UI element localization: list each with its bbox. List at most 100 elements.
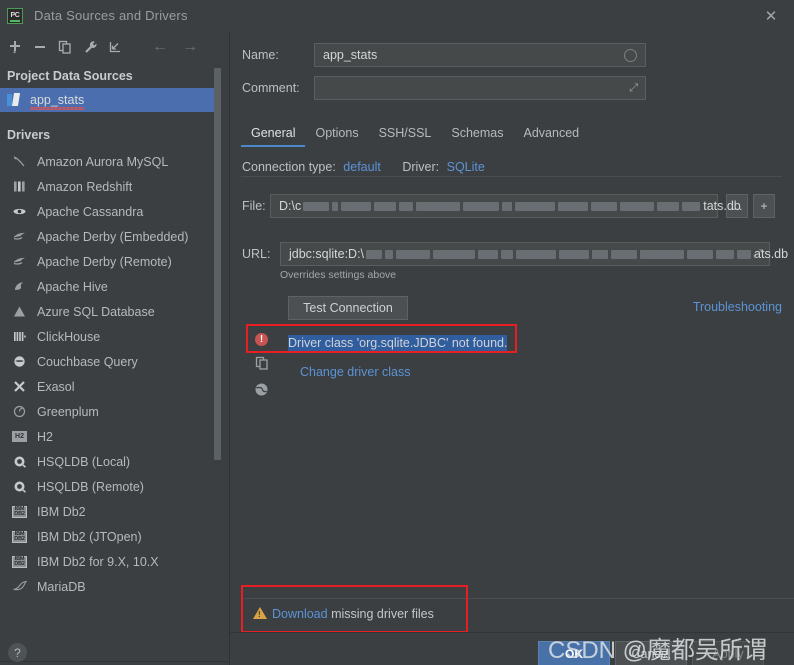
driver-row[interactable]: Azure SQL Database <box>0 299 221 324</box>
pycharm-icon: PC <box>7 7 23 24</box>
driver-label: HSQLDB (Remote) <box>37 479 144 494</box>
driver-row[interactable]: Apache Cassandra <box>0 199 221 224</box>
error-message: Driver class 'org.sqlite.JDBC' not found… <box>288 335 508 351</box>
clickhouse-icon <box>11 329 28 345</box>
globe-icon[interactable] <box>254 382 269 402</box>
driver-label: Driver: <box>402 160 440 174</box>
file-input[interactable]: D:\c tats.db <box>270 194 741 218</box>
driver-row[interactable]: MariaDB <box>0 574 221 599</box>
driver-label: Greenplum <box>37 404 99 419</box>
url-row: URL: jdbc:sqlite:D:\ ats.db ⤢ <box>230 242 788 266</box>
copy-icon[interactable] <box>255 356 269 375</box>
driver-row[interactable]: Couchbase Query <box>0 349 221 374</box>
driver-label: H2 <box>37 429 53 444</box>
close-icon[interactable]: ✕ <box>760 6 782 26</box>
driver-row[interactable]: Greenplum <box>0 399 221 424</box>
pycharm-icon-text: PC <box>10 12 20 19</box>
change-driver-class-link[interactable]: Change driver class <box>300 365 410 379</box>
file-label: File: <box>242 199 266 213</box>
tab-advanced[interactable]: Advanced <box>514 126 590 147</box>
drivers-list: Amazon Aurora MySQL Amazon Redshift Apac… <box>0 149 221 599</box>
driver-row[interactable]: IBM DB2 IBM Db2 <box>0 499 221 524</box>
connection-type-label: Connection type: <box>242 160 336 174</box>
driver-label: IBM Db2 (JTOpen) <box>37 529 142 544</box>
test-connection-button[interactable]: Test Connection <box>288 296 408 320</box>
url-expand-icon[interactable]: ⤢ <box>753 248 762 261</box>
hsqldb-icon <box>11 454 28 470</box>
driver-row[interactable]: Apache Derby (Embedded) <box>0 224 221 249</box>
download-link[interactable]: Download <box>272 607 328 621</box>
driver-label: Apache Cassandra <box>37 204 144 219</box>
name-value: app_stats <box>323 48 378 62</box>
sidebar-nav: ← → <box>149 36 209 58</box>
redshift-icon <box>11 179 28 195</box>
troubleshooting-link[interactable]: Troubleshooting <box>693 300 782 314</box>
driver-row[interactable]: ClickHouse <box>0 324 221 349</box>
url-label: URL: <box>242 247 271 261</box>
driver-row[interactable]: HSQLDB (Remote) <box>0 474 221 499</box>
comment-input[interactable]: ⤢ <box>314 76 646 100</box>
db2-icon-text: IBM DB2 <box>12 555 27 568</box>
tab-options[interactable]: Options <box>305 126 368 147</box>
driver-row[interactable]: Apache Derby (Remote) <box>0 249 221 274</box>
couchbase-icon <box>11 354 28 370</box>
driver-label: Amazon Redshift <box>37 179 133 194</box>
driver-label: HSQLDB (Local) <box>37 454 131 469</box>
derby-icon <box>11 229 28 245</box>
project-data-sources-heading: Project Data Sources <box>7 69 133 83</box>
driver-row[interactable]: HSQLDB (Local) <box>0 449 221 474</box>
overrides-hint: Overrides settings above <box>280 269 397 281</box>
driver-row[interactable]: H2 H2 <box>0 424 221 449</box>
warning-icon <box>253 607 267 619</box>
driver-label: MariaDB <box>37 579 86 594</box>
remove-icon[interactable] <box>29 36 51 58</box>
forward-arrow-icon[interactable]: → <box>179 36 201 58</box>
status-circle-icon <box>624 49 637 62</box>
driver-row[interactable]: Amazon Redshift <box>0 174 221 199</box>
h2-icon: H2 <box>11 429 28 445</box>
name-input[interactable]: app_stats <box>314 43 646 67</box>
csdn-watermark: CSDN @魔都吴所谓 <box>548 637 768 664</box>
back-arrow-icon[interactable]: ← <box>149 36 171 58</box>
comment-row: Comment: ⤢ <box>230 76 646 100</box>
download-driver-row: Download missing driver files <box>272 607 434 621</box>
driver-row[interactable]: IBM DB2 IBM Db2 (JTOpen) <box>0 524 221 549</box>
test-connection-label: Test Connection <box>303 301 393 315</box>
greenplum-icon <box>11 404 28 420</box>
file-add-button[interactable]: + <box>753 194 775 218</box>
copy-icon[interactable] <box>54 36 76 58</box>
url-input[interactable]: jdbc:sqlite:D:\ ats.db ⤢ <box>280 242 788 266</box>
driver-label: IBM Db2 for 9.X, 10.X <box>37 554 159 569</box>
db2-icon-text: IBM DB2 <box>12 530 27 543</box>
connection-type-value[interactable]: default <box>343 160 381 174</box>
url-value-prefix: jdbc:sqlite:D:\ <box>289 247 365 261</box>
driver-row[interactable]: Amazon Aurora MySQL <box>0 149 221 174</box>
connection-type-row: Connection type: default Driver: SQLite <box>230 160 485 174</box>
drivers-heading: Drivers <box>7 128 51 142</box>
file-value-suffix: tats.db <box>703 199 741 213</box>
driver-row[interactable]: IBM DB2 IBM Db2 for 9.X, 10.X <box>0 549 221 574</box>
driver-label: Exasol <box>37 379 75 394</box>
redacted-url-path <box>364 248 754 261</box>
wrench-icon[interactable] <box>79 36 101 58</box>
mariadb-icon <box>11 579 28 595</box>
add-icon[interactable] <box>4 36 26 58</box>
import-icon[interactable] <box>104 36 126 58</box>
tab-schemas[interactable]: Schemas <box>441 126 513 147</box>
sidebar-scrollbar[interactable] <box>214 68 221 460</box>
driver-value[interactable]: SQLite <box>447 160 485 174</box>
help-icon[interactable]: ? <box>8 643 27 662</box>
tab-general[interactable]: General <box>241 126 306 147</box>
redacted-path <box>301 200 703 213</box>
aurora-icon <box>11 154 28 170</box>
driver-row[interactable]: Exasol <box>0 374 221 399</box>
download-text: missing driver files <box>331 607 434 621</box>
driver-row[interactable]: Apache Hive <box>0 274 221 299</box>
tab-ssh-ssl[interactable]: SSH/SSL <box>369 126 442 147</box>
driver-label: IBM Db2 <box>37 504 86 519</box>
expand-icon[interactable]: ⤢ <box>629 82 638 95</box>
exasol-icon <box>11 379 28 395</box>
left-panel: ← → Project Data Sources app_stats Drive… <box>0 31 229 665</box>
cassandra-icon <box>11 204 28 220</box>
sidebar-item-app-stats[interactable]: app_stats <box>0 88 221 112</box>
